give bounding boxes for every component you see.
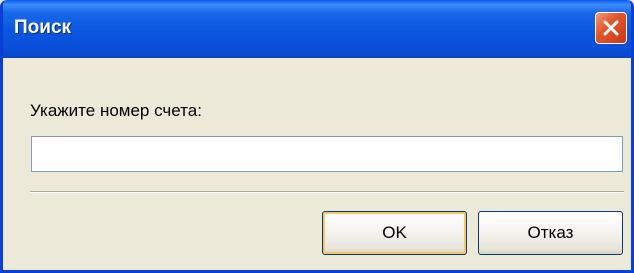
account-number-label: Укажите номер счета:: [30, 101, 202, 120]
title-bar[interactable]: Поиск: [3, 0, 631, 58]
account-number-input[interactable]: [31, 136, 623, 172]
window-title: Поиск: [14, 17, 72, 38]
divider: [30, 191, 624, 193]
close-icon: [603, 20, 619, 36]
close-button[interactable]: [595, 12, 627, 44]
ok-button[interactable]: OK: [322, 211, 467, 255]
cancel-button[interactable]: Отказ: [478, 211, 623, 255]
search-dialog: Поиск Укажите номер счета: OK Отказ: [0, 0, 634, 273]
